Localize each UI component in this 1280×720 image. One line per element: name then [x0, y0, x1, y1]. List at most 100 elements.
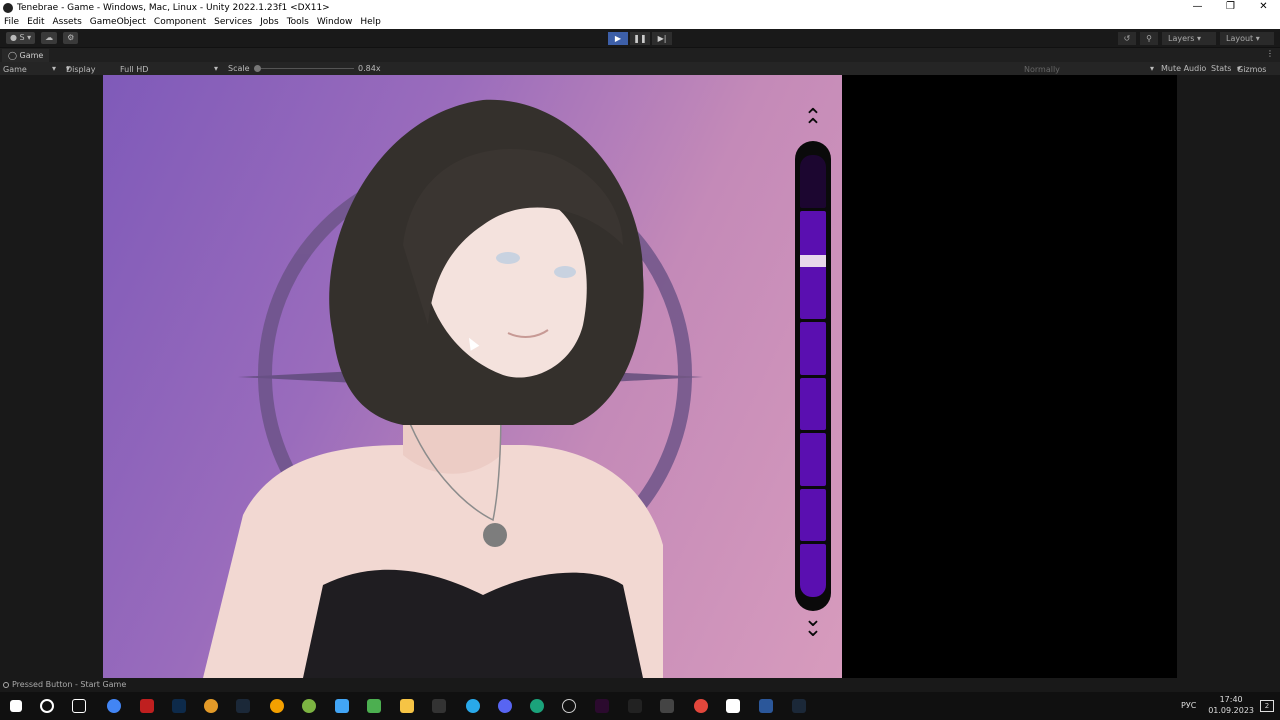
- file-explorer-icon[interactable]: [400, 699, 414, 713]
- play-button[interactable]: ▶: [608, 32, 628, 45]
- step-button[interactable]: ▶|: [652, 32, 672, 45]
- app-icon-orange[interactable]: [204, 699, 218, 713]
- tab-game[interactable]: ◯ Game: [2, 49, 50, 62]
- gizmos-dropdown[interactable]: Gizmos ▾: [1237, 63, 1266, 74]
- meter-segment: [800, 488, 826, 542]
- menu-help[interactable]: Help: [360, 17, 381, 27]
- left-eye-shape: [496, 252, 520, 264]
- tab-game-label: Game: [19, 51, 44, 60]
- language-indicator[interactable]: РУС: [1181, 701, 1196, 710]
- close-button[interactable]: ✕: [1247, 0, 1280, 15]
- layers-dropdown[interactable]: Layers ▾: [1162, 32, 1216, 45]
- scale-slider-track[interactable]: [258, 68, 354, 69]
- os-taskbar: РУС 17:40 01.09.2023 2: [0, 692, 1280, 720]
- app-icon-dark[interactable]: [595, 699, 609, 713]
- unity-editor-icon[interactable]: [660, 699, 674, 713]
- history-icon[interactable]: ↺: [1118, 32, 1136, 45]
- meter-segment: [800, 544, 826, 597]
- menu-bar: File Edit Assets GameObject Component Se…: [0, 15, 1280, 29]
- gizmos-label: Gizmos: [1237, 65, 1267, 74]
- vertical-meter[interactable]: ⌃ ⌃ ⌄ ⌄: [795, 107, 831, 643]
- stats-toggle[interactable]: Stats: [1211, 63, 1231, 74]
- game-viewport[interactable]: ⌃ ⌃ ⌄ ⌄: [0, 75, 1280, 678]
- app-icon-red[interactable]: [694, 699, 708, 713]
- window-titlebar: Tenebrae - Game - Windows, Mac, Linux - …: [0, 0, 1280, 15]
- account-initial: S: [19, 33, 25, 42]
- task-view-icon[interactable]: [72, 699, 86, 713]
- status-message[interactable]: Pressed Button - Start Game: [12, 680, 126, 689]
- playmode-controls: ▶ ❚❚ ▶|: [608, 32, 672, 45]
- clock[interactable]: 17:40 01.09.2023: [1208, 694, 1254, 716]
- photoshop-icon[interactable]: [172, 699, 186, 713]
- menu-gameobject[interactable]: GameObject: [90, 17, 146, 27]
- cloud-icon[interactable]: ☁: [41, 32, 58, 44]
- main-toolbar: ● S ▾ ☁ ⚙ ▶ ❚❚ ▶| ↺ ⚲ Layers ▾ Layout ▾: [0, 29, 1280, 48]
- mode-chevron-icon[interactable]: ▾: [52, 63, 56, 74]
- notion-icon[interactable]: [726, 699, 740, 713]
- meter-segment: [800, 266, 826, 319]
- play-focus-chevron-icon[interactable]: ▾: [1150, 63, 1154, 74]
- collab-icon[interactable]: ⚙: [63, 32, 79, 44]
- discord-icon[interactable]: [498, 699, 512, 713]
- notifications-icon[interactable]: 2: [1260, 700, 1274, 712]
- more-options-icon[interactable]: ⋮: [1266, 49, 1274, 58]
- display-dropdown[interactable]: Display 1 ▾: [66, 63, 96, 85]
- app-icon-sheets[interactable]: [367, 699, 381, 713]
- word-icon[interactable]: [759, 699, 773, 713]
- clock-date: 01.09.2023: [1208, 706, 1254, 715]
- windows-start-icon[interactable]: [10, 700, 22, 712]
- unity-logo-icon: [3, 2, 13, 13]
- scale-value: 0.84x: [358, 64, 381, 73]
- obs-icon[interactable]: [562, 699, 576, 713]
- resolution-chevron-icon[interactable]: ▾: [214, 63, 218, 74]
- menu-edit[interactable]: Edit: [27, 17, 44, 27]
- meter-segment: [800, 377, 826, 431]
- meter-down-arrow-icon[interactable]: ⌄ ⌄: [800, 609, 826, 641]
- unity-icon[interactable]: [628, 699, 642, 713]
- menu-services[interactable]: Services: [214, 17, 252, 27]
- menu-window[interactable]: Window: [317, 17, 353, 27]
- chrome-icon[interactable]: [107, 699, 121, 713]
- unity-hub-icon[interactable]: [432, 699, 446, 713]
- status-bar: Pressed Button - Start Game: [0, 678, 1280, 692]
- filezilla-icon[interactable]: [140, 699, 154, 713]
- pause-button[interactable]: ❚❚: [630, 32, 650, 45]
- menu-tools[interactable]: Tools: [287, 17, 309, 27]
- menu-assets[interactable]: Assets: [53, 17, 82, 27]
- app-icon-green[interactable]: [302, 699, 316, 713]
- app-icon-yellow[interactable]: [270, 699, 284, 713]
- meter-segment: [800, 321, 826, 375]
- scale-slider-handle[interactable]: [254, 65, 261, 72]
- app-icon-blue[interactable]: [335, 699, 349, 713]
- clock-time: 17:40: [1219, 695, 1243, 704]
- window-title: Tenebrae - Game - Windows, Mac, Linux - …: [17, 2, 330, 13]
- steam-icon[interactable]: [236, 699, 250, 713]
- menu-component[interactable]: Component: [154, 17, 206, 27]
- play-focus-label: Normally: [1024, 65, 1060, 74]
- steam-icon-2[interactable]: [792, 699, 806, 713]
- minimize-button[interactable]: —: [1181, 0, 1214, 15]
- menu-jobs[interactable]: Jobs: [260, 17, 279, 27]
- search-icon[interactable]: ⚲: [1140, 32, 1158, 45]
- menu-file[interactable]: File: [4, 17, 19, 27]
- mode-label: Game: [3, 65, 27, 74]
- search-icon[interactable]: [40, 699, 54, 713]
- restore-button[interactable]: ❐: [1214, 0, 1247, 15]
- info-icon: [3, 682, 9, 688]
- character-artwork: [203, 99, 703, 678]
- pendant-shape: [483, 523, 507, 547]
- tab-row: ◯ Game ⋮: [0, 48, 1280, 62]
- edge-icon[interactable]: [530, 699, 544, 713]
- meter-marker[interactable]: [800, 255, 826, 268]
- game-render[interactable]: ⌃ ⌃ ⌄ ⌄: [103, 75, 842, 678]
- telegram-icon[interactable]: [466, 699, 480, 713]
- meter-segment: [800, 433, 826, 486]
- account-button[interactable]: ● S ▾: [6, 32, 36, 44]
- meter-segment: [800, 155, 826, 208]
- scale-label: Scale: [228, 64, 250, 73]
- meter-up-arrow-icon[interactable]: ⌃ ⌃: [800, 107, 826, 139]
- notification-count: 2: [1264, 702, 1270, 710]
- game-view-toolbar: Game ▾ Display 1 ▾ Full HD (1920x1080) ▾…: [0, 62, 1280, 85]
- layout-dropdown[interactable]: Layout ▾: [1220, 32, 1274, 45]
- mute-audio-toggle[interactable]: Mute Audio: [1161, 63, 1206, 74]
